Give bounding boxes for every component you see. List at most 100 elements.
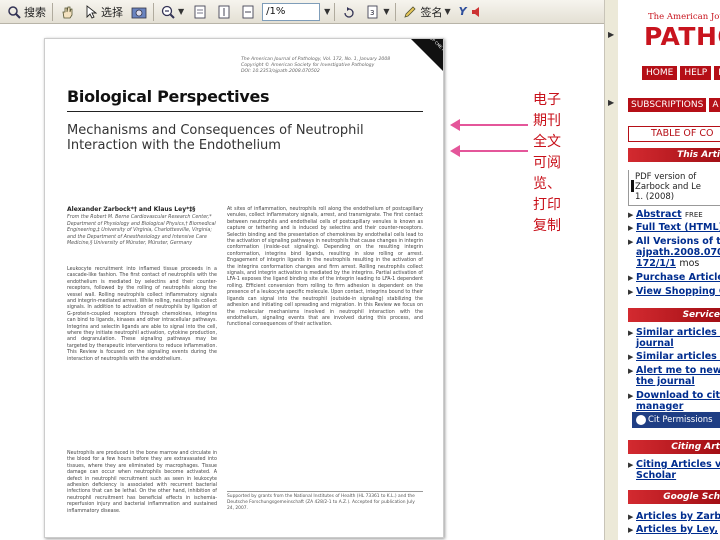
citation-marker [631,180,634,192]
google-scholar-header: Google Sch [628,490,720,504]
intro-column: At sites of inflammation, neutrophils ro… [227,207,423,332]
actual-size-button[interactable] [190,2,210,22]
scroll-right-icon[interactable]: ▶ [608,98,614,107]
triangle-icon: ▶ [628,238,634,246]
triangle-icon: ▶ [628,224,634,232]
page-icon [192,4,208,20]
fit-page-icon [216,4,232,20]
chevron-down-icon[interactable]: ▼ [178,7,184,16]
zoom-in-button[interactable]: ▼ [158,2,186,22]
cme-banner: AJP CME Program [411,39,443,73]
citing-articles-label[interactable]: Scholar [636,470,676,481]
abstract: Leukocyte recruitment into inflamed tiss… [67,267,217,366]
subscriptions-button[interactable]: SUBSCRIPTIONS [628,98,707,112]
chevron-down-icon[interactable]: ▼ [383,7,389,16]
permissions-icon [636,415,646,425]
citation-manager-link[interactable]: ▶ Download to cita [628,390,720,402]
triangle-icon: ▶ [628,274,634,282]
speaker-icon [469,4,485,20]
citing-articles-label[interactable]: Citing Articles vi [636,459,720,470]
section-title: Biological Perspectives [67,87,270,106]
citation-manager-link[interactable]: manager [628,401,683,413]
articles-by-author-link[interactable]: ▶ Articles by Zarbo [628,511,720,523]
sub-nav-bar: SUBSCRIPTIONS A [628,98,720,112]
pdf-viewer[interactable]: The American Journal of Pathology, Vol. … [0,24,604,540]
body-text: Neutrophils are produced in the bone mar… [67,451,217,514]
this-article-header: This Arti [628,148,720,162]
abstract-link[interactable]: ▶ Abstract FREE [628,209,703,221]
all-versions-link[interactable]: ▶ All Versions of th [628,236,720,248]
affiliation: From the Robert M. Berne Cardiovascular … [67,215,216,246]
read-aloud-button[interactable]: Y [457,2,487,22]
similar-articles-label[interactable]: Similar articles i [636,327,720,338]
nav-bar: HOME HELP FE [642,66,720,80]
citation-manager-label[interactable]: Download to cita [636,390,720,401]
alert-link[interactable]: ▶ Alert me to new [628,365,720,377]
triangle-icon: ▶ [628,211,634,219]
citation-manager-label[interactable]: manager [636,401,683,412]
help-button[interactable]: HELP [680,66,712,80]
purchase-article-label[interactable]: Purchase Article [636,272,720,283]
snapshot-button[interactable] [129,2,149,22]
version-link-label[interactable]: ajpath.2008.070 [636,247,720,258]
sign-button[interactable]: 签名 ▼ [400,2,452,22]
zoom-dropdown-icon[interactable]: ▼ [324,7,330,16]
similar-articles-link[interactable]: journal [628,338,674,350]
citing-articles-link[interactable]: ▶ Citing Articles vi [628,459,720,471]
pointer-arrow-icon [450,119,528,131]
hand-icon [59,4,75,20]
zoom-input[interactable]: /1% [262,2,321,21]
feedback-button[interactable]: FE [714,66,720,80]
purchase-article-link[interactable]: ▶ Purchase Article [628,272,720,284]
services-header: Service [628,308,720,322]
version-link[interactable]: 172/1/1 mos [628,258,699,270]
articles-by-author-label[interactable]: Articles by Ley, [636,524,718,535]
search-button[interactable]: 搜索 [4,2,48,22]
read-aloud-label: Y [458,5,467,18]
rotate-button[interactable] [339,2,359,22]
alert-label[interactable]: the journal [636,376,695,387]
select-label: 选择 [101,5,123,19]
articles-by-author-label[interactable]: Articles by Zarbo [636,511,720,522]
fit-page-button[interactable] [214,2,234,22]
logo-big-text: PATHOL [644,22,720,51]
alert-link[interactable]: the journal [628,376,695,388]
page-nav-icon: 3 [365,4,381,20]
zoom-in-icon [160,4,176,20]
page-nav-button[interactable]: 3 ▼ [363,2,391,22]
scroll-right-icon[interactable]: ▶ [608,30,614,39]
permissions-button[interactable]: Cit Permissions [632,412,720,428]
home-button[interactable]: HOME [642,66,678,80]
annotation-line: 电子 [533,92,561,108]
triangle-icon: ▶ [628,392,634,400]
full-text-link-label[interactable]: Full Text (HTML) [636,222,720,233]
version-link[interactable]: ajpath.2008.070 [628,247,720,259]
annotation-line: 可阅 [533,155,561,171]
shopping-cart-label[interactable]: View Shopping C [636,286,720,297]
chevron-down-icon[interactable]: ▼ [444,7,450,16]
hand-tool-button[interactable] [57,2,77,22]
viewer-scrollbar[interactable]: ▶ ▶ [604,0,618,540]
version-link-label[interactable]: 172/1/1 [636,258,676,269]
similar-articles-label[interactable]: journal [636,338,674,349]
select-button[interactable]: 选择 [81,2,125,22]
shopping-cart-link[interactable]: ▶ View Shopping C [628,286,720,298]
triangle-icon: ▶ [628,513,634,521]
similar-articles-label[interactable]: Similar articles i [636,351,720,362]
citation-line: 1. (2008) [635,192,675,202]
alert-label[interactable]: Alert me to new [636,365,720,376]
toc-button[interactable]: TABLE OF CO [628,126,720,142]
similar-articles-link[interactable]: ▶ Similar articles i [628,327,720,339]
similar-articles-link[interactable]: ▶ Similar articles i [628,351,720,363]
search-icon [6,4,22,20]
all-versions-label: All Versions of th [636,236,720,247]
abstract-link-label[interactable]: Abstract [636,209,682,220]
annotation-note: 电子 期刊 全文 可阅 览、 打印 复制 [533,90,571,237]
journal-logo[interactable]: The American Journal of PATHOL [628,8,720,58]
toolbar-divider [395,2,397,21]
full-text-link[interactable]: ▶ Full Text (HTML) [628,222,720,234]
citing-articles-link[interactable]: Scholar [628,470,676,482]
archive-button[interactable]: A [709,98,720,112]
articles-by-author-link[interactable]: ▶ Articles by Ley, [628,524,718,536]
fit-width-button[interactable] [238,2,258,22]
